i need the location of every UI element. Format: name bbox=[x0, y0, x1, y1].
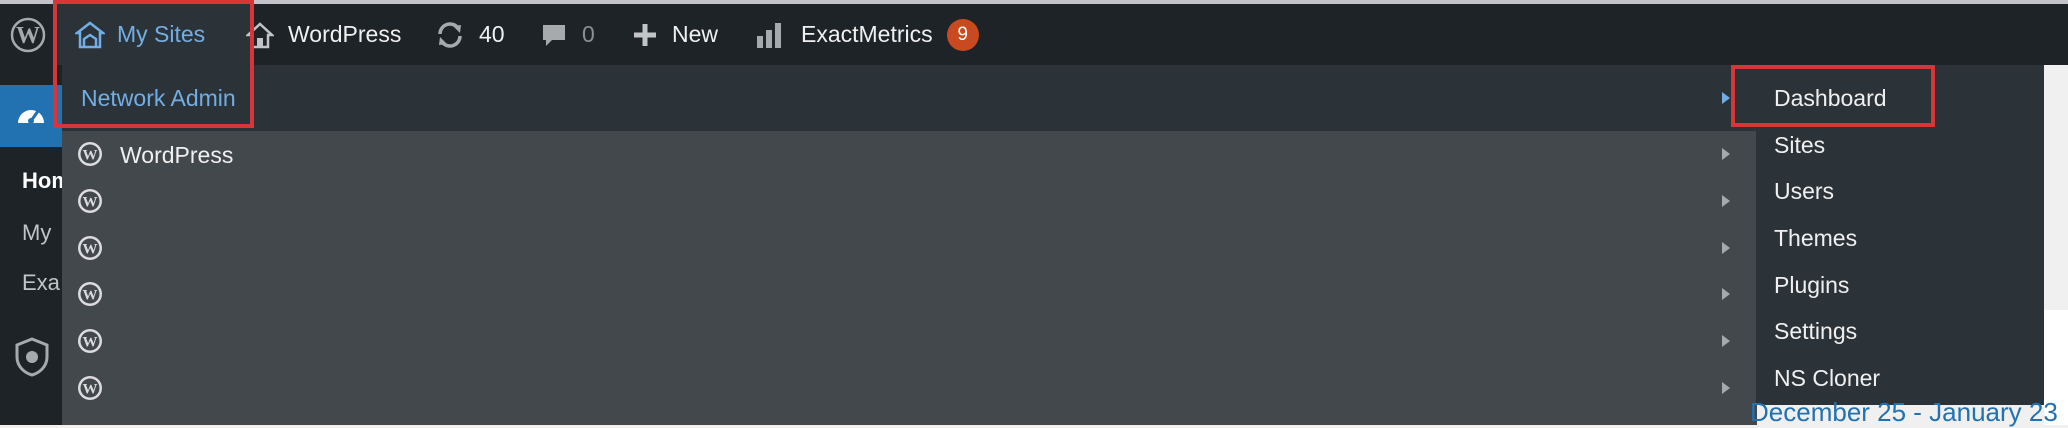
comments-link[interactable]: 0 bbox=[540, 4, 595, 65]
network-admin-submenu: Dashboard Sites Users Themes Plugins Set… bbox=[1756, 65, 2044, 405]
notification-badge: 9 bbox=[946, 18, 979, 51]
exactmetrics-label: ExactMetrics bbox=[801, 21, 933, 47]
comments-count: 0 bbox=[582, 21, 595, 47]
site-name-menu[interactable]: WordPress bbox=[246, 4, 401, 65]
submenu-home[interactable]: Hom bbox=[22, 168, 62, 194]
svg-text:W: W bbox=[16, 23, 40, 49]
svg-text:W: W bbox=[83, 382, 98, 398]
submenu-arrow-icon bbox=[1722, 382, 1730, 394]
site-item[interactable]: W WordPress bbox=[62, 131, 1757, 177]
site-label: WordPress bbox=[120, 142, 234, 168]
svg-text:W: W bbox=[83, 148, 98, 164]
submenu-my-sites[interactable]: My bbox=[22, 220, 62, 246]
security-shield-icon[interactable] bbox=[14, 337, 50, 382]
submenu-arrow-icon bbox=[1722, 335, 1730, 347]
date-range-text: December 25 - January 23 bbox=[1750, 397, 2058, 427]
site-item[interactable]: W bbox=[62, 365, 1757, 411]
svg-text:W: W bbox=[83, 288, 98, 304]
updates-link[interactable]: 40 bbox=[435, 4, 505, 65]
home-icon bbox=[246, 21, 274, 48]
submenu-themes[interactable]: Themes bbox=[1774, 225, 1857, 252]
submenu-exactmetrics[interactable]: Exa bbox=[22, 270, 62, 296]
wordpress-icon: W bbox=[77, 188, 103, 219]
site-item[interactable]: W bbox=[62, 271, 1757, 317]
site-name-label: WordPress bbox=[288, 21, 402, 47]
admin-bar: W My Sites WordPress 40 0 New ExactMetri… bbox=[0, 4, 2068, 65]
dashboard-menu-item[interactable] bbox=[0, 85, 62, 147]
dashboard-gauge-icon bbox=[18, 110, 44, 124]
wordpress-icon: W bbox=[77, 141, 103, 172]
site-item[interactable]: W bbox=[62, 318, 1757, 364]
site-item[interactable]: W bbox=[62, 225, 1757, 271]
svg-text:W: W bbox=[83, 242, 98, 258]
exactmetrics-menu[interactable]: ExactMetrics 9 bbox=[755, 4, 979, 65]
svg-text:W: W bbox=[83, 195, 98, 211]
submenu-ns-cloner[interactable]: NS Cloner bbox=[1774, 365, 1880, 392]
network-sites-icon bbox=[75, 20, 105, 48]
wordpress-icon: W bbox=[77, 235, 103, 266]
svg-text:W: W bbox=[83, 335, 98, 351]
submenu-arrow-icon bbox=[1722, 195, 1730, 207]
submenu-arrow-icon bbox=[1722, 148, 1730, 160]
network-admin-item[interactable]: Network Admin bbox=[62, 65, 1757, 131]
wordpress-icon: W bbox=[77, 281, 103, 312]
updates-icon bbox=[438, 21, 462, 48]
wordpress-logo-icon[interactable]: W bbox=[10, 4, 50, 65]
site-item[interactable]: W bbox=[62, 178, 1757, 224]
my-sites-dropdown: Network Admin W WordPress W W W W W bbox=[62, 65, 1757, 425]
submenu-arrow-icon bbox=[1722, 288, 1730, 300]
wordpress-icon: W bbox=[77, 328, 103, 359]
my-sites-menu[interactable]: My Sites bbox=[55, 4, 253, 65]
bar-chart-icon bbox=[757, 22, 781, 48]
network-admin-label: Network Admin bbox=[81, 85, 236, 111]
wordpress-icon: W bbox=[77, 375, 103, 406]
updates-count: 40 bbox=[479, 21, 505, 47]
submenu-dashboard[interactable]: Dashboard bbox=[1774, 85, 1887, 112]
submenu-plugins[interactable]: Plugins bbox=[1774, 272, 1849, 299]
submenu-settings[interactable]: Settings bbox=[1774, 318, 1857, 345]
comment-bubble-icon bbox=[543, 24, 565, 46]
submenu-users[interactable]: Users bbox=[1774, 178, 1834, 205]
new-label: New bbox=[672, 21, 719, 47]
sites-list: W WordPress W W W W W bbox=[62, 131, 1757, 425]
new-content-menu[interactable]: New bbox=[632, 4, 718, 65]
submenu-arrow-icon bbox=[1722, 242, 1730, 254]
submenu-sites[interactable]: Sites bbox=[1774, 132, 1825, 159]
plus-icon bbox=[634, 23, 656, 46]
my-sites-label: My Sites bbox=[117, 21, 206, 47]
submenu-arrow-icon bbox=[1722, 92, 1730, 104]
